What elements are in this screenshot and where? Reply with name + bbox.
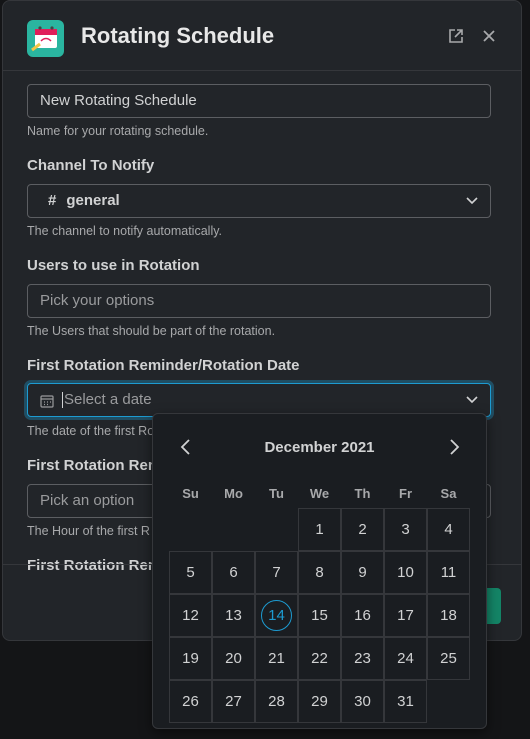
calendar-day-number: 31 — [397, 693, 414, 710]
channel-value: general — [66, 192, 120, 209]
calendar-day[interactable]: 28 — [255, 680, 298, 723]
calendar-day-number: 19 — [182, 650, 199, 667]
next-field-label: First Rotation Remi — [27, 557, 166, 574]
calendar-day[interactable]: 22 — [298, 637, 341, 680]
weekday-header: We — [309, 486, 330, 501]
calendar-day-number: 17 — [397, 607, 414, 624]
weekday-header: Th — [354, 486, 371, 501]
calendar-day[interactable]: 31 — [384, 680, 427, 723]
calendar-day-today[interactable]: 14 — [255, 594, 298, 637]
calendar-day-number: 14 — [268, 607, 285, 624]
channel-label: Channel To Notify — [27, 157, 155, 174]
chevron-down-icon — [466, 396, 478, 404]
calendar-app-icon — [27, 20, 64, 57]
calendar-day-number: 12 — [182, 607, 199, 624]
date-label: First Rotation Reminder/Rotation Date — [27, 357, 300, 374]
text-cursor — [62, 392, 63, 409]
calendar-day-number: 8 — [315, 564, 324, 581]
calendar-day-number: 23 — [354, 650, 371, 667]
calendar-day[interactable]: 9 — [341, 551, 384, 594]
calendar-day[interactable]: 13 — [212, 594, 255, 637]
calendar-day[interactable]: 11 — [427, 551, 470, 594]
chevron-down-icon — [466, 197, 478, 205]
submit-button[interactable] — [485, 588, 501, 624]
calendar-day-number: 1 — [315, 521, 324, 538]
calendar-day[interactable]: 1 — [298, 508, 341, 551]
calendar-day[interactable]: 19 — [169, 637, 212, 680]
calendar-day[interactable]: 4 — [427, 508, 470, 551]
calendar-day-number: 28 — [268, 693, 285, 710]
next-month-icon[interactable] — [443, 436, 465, 458]
weekday-header: Tu — [269, 486, 284, 501]
channel-hint: The channel to notify automatically. — [27, 224, 223, 238]
calendar-day[interactable]: 5 — [169, 551, 212, 594]
calendar-day[interactable]: 23 — [341, 637, 384, 680]
calendar-day[interactable]: 21 — [255, 637, 298, 680]
channel-select[interactable]: # general — [27, 184, 491, 218]
calendar-day-number: 27 — [225, 693, 242, 710]
calendar-day[interactable]: 3 — [384, 508, 427, 551]
weekday-header: Su — [182, 486, 199, 501]
calendar-month-title: December 2021 — [264, 439, 375, 456]
calendar-day-number: 30 — [354, 693, 371, 710]
calendar-day[interactable]: 30 — [341, 680, 384, 723]
calendar-day[interactable]: 24 — [384, 637, 427, 680]
calendar-day[interactable]: 16 — [341, 594, 384, 637]
calendar-day[interactable]: 6 — [212, 551, 255, 594]
calendar-day-number: 2 — [358, 521, 367, 538]
calendar-day[interactable]: 10 — [384, 551, 427, 594]
users-hint: The Users that should be part of the rot… — [27, 324, 276, 338]
calendar-day-number: 7 — [272, 564, 281, 581]
calendar-day-number: 10 — [397, 564, 414, 581]
date-picker-calendar: December 2021 Su Mo Tu We Th Fr Sa 1 2 3 4 5 6 7 8 9 10 1… — [152, 413, 487, 729]
calendar-day[interactable]: 12 — [169, 594, 212, 637]
calendar-icon — [40, 395, 54, 408]
calendar-day-number: 18 — [440, 607, 457, 624]
schedule-name-input[interactable]: New Rotating Schedule — [27, 84, 491, 118]
hour-hint: The Hour of the first R — [27, 524, 150, 538]
schedule-name-hint: Name for your rotating schedule. — [27, 124, 209, 138]
calendar-day[interactable]: 18 — [427, 594, 470, 637]
users-label: Users to use in Rotation — [27, 257, 200, 274]
calendar-day-number: 22 — [311, 650, 328, 667]
calendar-day-number: 11 — [440, 564, 457, 581]
calendar-day-number: 5 — [186, 564, 195, 581]
calendar-day[interactable]: 25 — [427, 637, 470, 680]
calendar-day-number: 9 — [358, 564, 367, 581]
calendar-day-number: 4 — [444, 521, 453, 538]
calendar-day[interactable]: 15 — [298, 594, 341, 637]
date-hint: The date of the first Ro — [27, 424, 155, 438]
calendar-day[interactable]: 29 — [298, 680, 341, 723]
calendar-day-number: 15 — [311, 607, 328, 624]
calendar-day-number: 13 — [225, 607, 242, 624]
calendar-day-number: 24 — [397, 650, 414, 667]
calendar-day-number: 20 — [225, 650, 242, 667]
calendar-day-number: 26 — [182, 693, 199, 710]
calendar-day-number: 29 — [311, 693, 328, 710]
calendar-day[interactable]: 26 — [169, 680, 212, 723]
calendar-day[interactable]: 7 — [255, 551, 298, 594]
calendar-day[interactable]: 8 — [298, 551, 341, 594]
date-placeholder: Select a date — [64, 391, 152, 408]
users-multiselect[interactable]: Pick your options — [27, 284, 491, 318]
calendar-day-number: 16 — [354, 607, 371, 624]
weekday-header: Fr — [399, 486, 412, 501]
open-external-icon[interactable] — [447, 27, 467, 47]
hash-icon: # — [48, 192, 57, 209]
weekday-header: Mo — [224, 486, 243, 501]
calendar-day[interactable]: 27 — [212, 680, 255, 723]
calendar-day[interactable]: 17 — [384, 594, 427, 637]
modal-title: Rotating Schedule — [81, 23, 275, 48]
hour-label: First Rotation Remi — [27, 457, 166, 474]
calendar-day[interactable]: 2 — [341, 508, 384, 551]
calendar-day-number: 6 — [229, 564, 238, 581]
calendar-day-number: 21 — [268, 650, 285, 667]
calendar-day[interactable]: 20 — [212, 637, 255, 680]
weekday-header: Sa — [440, 486, 457, 501]
date-picker-input[interactable]: Select a date — [27, 383, 491, 417]
calendar-day-number: 25 — [440, 650, 457, 667]
close-icon[interactable] — [480, 27, 500, 47]
calendar-day-number: 3 — [401, 521, 410, 538]
modal-header: Rotating Schedule — [3, 1, 521, 71]
